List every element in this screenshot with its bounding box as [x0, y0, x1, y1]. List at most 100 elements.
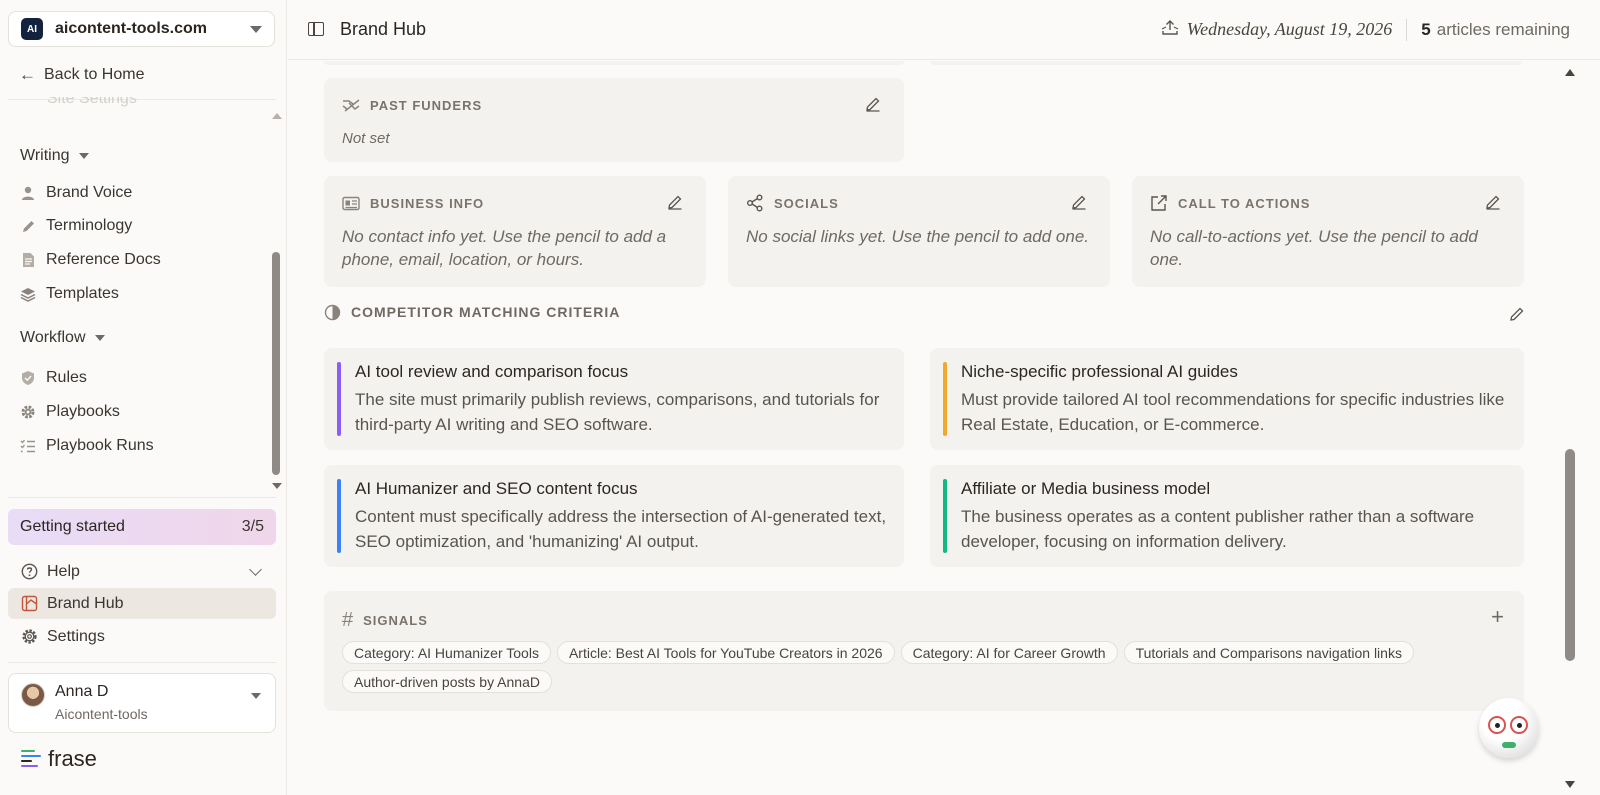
hash-icon: #: [342, 609, 355, 631]
add-signal-button[interactable]: +: [1491, 606, 1504, 628]
user-menu[interactable]: Anna D Aicontent-tools: [8, 673, 276, 733]
competitor-criteria-header: COMPETITOR MATCHING CRITERIA: [324, 303, 620, 321]
business-info-header: BUSINESS INFO: [342, 194, 484, 212]
sidebar-item-rules[interactable]: Rules: [19, 366, 87, 390]
cta-title: CALL TO ACTIONS: [1178, 195, 1311, 211]
sidebar-scroll-up-icon[interactable]: [272, 113, 282, 119]
getting-started-count: 3/5: [241, 518, 264, 535]
criteria-card: AI Humanizer and SEO content focus Conte…: [324, 465, 904, 567]
user-name: Anna D: [55, 683, 109, 700]
criteria-accent-bar: [337, 362, 341, 436]
main-scrollbar-thumb[interactable]: [1565, 449, 1575, 661]
terminology-label: Terminology: [46, 217, 133, 234]
signal-chip[interactable]: Category: AI for Career Growth: [900, 641, 1118, 664]
brand-hub-content: PAST FUNDERS Not set BUSINESS INFO No co…: [288, 61, 1600, 795]
sidebar: AI aicontent-tools.com ← Back to Home Si…: [0, 0, 287, 795]
mascot-eye: [1488, 716, 1506, 734]
user-org: Aicontent-tools: [55, 706, 148, 722]
site-name: aicontent-tools.com: [55, 20, 208, 37]
signal-chip[interactable]: Category: AI Humanizer Tools: [342, 641, 551, 664]
card-above-left: [324, 61, 904, 65]
group-writing-label: Writing: [20, 147, 70, 164]
cta-value: No call-to-actions yet. Use the pencil t…: [1150, 227, 1478, 269]
past-funders-value: Not set: [342, 130, 390, 147]
criteria-title: AI Humanizer and SEO content focus: [355, 479, 638, 498]
sidebar-item-brand-voice[interactable]: Brand Voice: [19, 181, 132, 205]
person-icon: [19, 184, 37, 202]
socials-value: No social links yet. Use the pencil to a…: [746, 227, 1090, 246]
caret-down-icon: [250, 25, 262, 33]
main-scroll-down-icon[interactable]: [1565, 781, 1575, 788]
handshake-icon: [342, 96, 360, 114]
gear-icon: [19, 403, 37, 421]
signal-chip[interactable]: Tutorials and Comparisons navigation lin…: [1123, 641, 1414, 664]
edit-pencil-icon[interactable]: [1508, 305, 1526, 323]
criteria-accent-bar: [943, 362, 947, 436]
mascot-bow: [1502, 742, 1516, 748]
group-workflow[interactable]: Workflow: [20, 329, 105, 347]
settings-label: Settings: [47, 627, 105, 645]
frase-mark-icon: [21, 748, 41, 770]
signal-chip[interactable]: Article: Best AI Tools for YouTube Creat…: [556, 641, 895, 664]
sidebar-scroll-down-icon[interactable]: [272, 483, 282, 489]
socials-title: SOCIALS: [774, 195, 839, 211]
criteria-description: Content must specifically address the in…: [355, 507, 887, 551]
pen-icon: [19, 217, 37, 235]
help-label: Help: [47, 562, 80, 580]
criteria-card: Niche-specific professional AI guides Mu…: [930, 348, 1524, 450]
back-to-home-label: Back to Home: [44, 66, 145, 83]
sidebar-item-brand-hub[interactable]: Brand Hub: [8, 588, 276, 619]
getting-started-button[interactable]: Getting started 3/5: [8, 509, 276, 545]
socials-header: SOCIALS: [746, 194, 839, 212]
signals-header: # SIGNALS: [342, 609, 428, 632]
edit-pencil-icon[interactable]: [1484, 193, 1502, 211]
sidebar-item-help[interactable]: Help: [8, 556, 276, 587]
share-icon: [746, 194, 764, 212]
chevron-down-icon: [249, 563, 262, 576]
group-workflow-label: Workflow: [20, 329, 86, 346]
assistant-mascot-button[interactable]: [1479, 698, 1539, 758]
signals-card: # SIGNALS + Category: AI Humanizer Tools…: [324, 591, 1524, 711]
sidebar-item-settings[interactable]: Settings: [8, 621, 276, 652]
criteria-description: The site must primarily publish reviews,…: [355, 390, 880, 434]
settings-icon: [20, 628, 38, 646]
avatar: [21, 683, 45, 707]
criteria-description: The business operates as a content publi…: [961, 507, 1475, 551]
criteria-title: Affiliate or Media business model: [961, 479, 1211, 498]
top-header: Brand Hub Wednesday, August 19, 2026 5 a…: [288, 0, 1600, 60]
past-funders-header: PAST FUNDERS: [342, 96, 482, 114]
sidebar-item-site-settings[interactable]: Site Settings: [20, 97, 137, 117]
site-selector[interactable]: AI aicontent-tools.com: [8, 11, 275, 47]
edit-pencil-icon[interactable]: [864, 95, 882, 113]
criteria-card: AI tool review and comparison focus The …: [324, 348, 904, 450]
signal-chip[interactable]: Author-driven posts by AnnaD: [342, 670, 552, 693]
getting-started-label: Getting started: [20, 518, 125, 535]
site-logo: AI: [21, 18, 43, 40]
edit-pencil-icon[interactable]: [1070, 193, 1088, 211]
group-writing[interactable]: Writing: [20, 147, 89, 165]
sidebar-item-templates[interactable]: Templates: [19, 282, 119, 306]
criteria-card: Affiliate or Media business model The bu…: [930, 465, 1524, 567]
sidebar-item-playbook-runs[interactable]: Playbook Runs: [19, 434, 154, 458]
caret-down-icon: [251, 693, 261, 699]
sidebar-item-playbooks[interactable]: Playbooks: [19, 400, 120, 424]
sidebar-item-reference-docs[interactable]: Reference Docs: [19, 248, 161, 272]
business-info-card: BUSINESS INFO No contact info yet. Use t…: [324, 176, 706, 287]
frase-wordmark: frase: [48, 746, 97, 771]
past-funders-card: PAST FUNDERS Not set: [324, 78, 904, 162]
criteria-title: Niche-specific professional AI guides: [961, 362, 1238, 381]
main-scroll-up-icon[interactable]: [1565, 69, 1575, 76]
sidebar-scrollbar-thumb[interactable]: [272, 252, 280, 475]
articles-count: 5: [1421, 19, 1431, 39]
sidebar-item-terminology[interactable]: Terminology: [19, 214, 132, 238]
business-info-value: No contact info yet. Use the pencil to a…: [342, 227, 667, 269]
edit-pencil-icon[interactable]: [666, 193, 684, 211]
cta-card: CALL TO ACTIONS No call-to-actions yet. …: [1132, 176, 1524, 287]
criteria-accent-bar: [337, 479, 341, 553]
playbook-runs-label: Playbook Runs: [46, 437, 154, 454]
document-icon: [19, 251, 37, 269]
back-to-home-link[interactable]: ← Back to Home: [19, 62, 144, 88]
help-icon: [20, 563, 38, 581]
card-above-right: [930, 61, 1522, 65]
toggle-sidebar-icon[interactable]: [308, 22, 324, 36]
